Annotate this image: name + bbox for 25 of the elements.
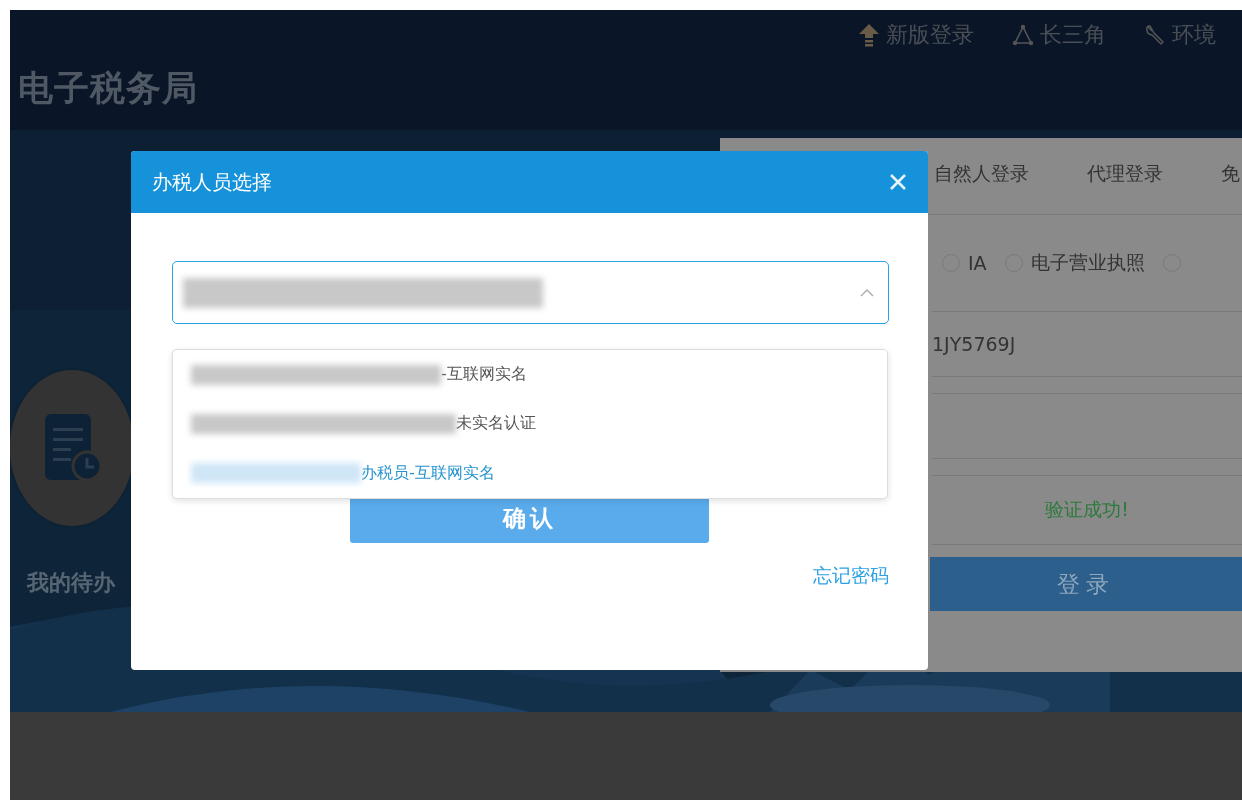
todo-label[interactable]: 我的待办 — [27, 568, 115, 598]
staff-option[interactable]: -互联网实名 — [173, 350, 887, 400]
option-label: 未实名认证 — [456, 413, 536, 435]
nav-link[interactable]: 环境 — [1144, 20, 1216, 50]
close-icon[interactable] — [888, 172, 908, 192]
triangle-icon — [1012, 24, 1034, 46]
upload-icon — [858, 23, 880, 47]
login-tab[interactable]: 自然人登录 — [934, 161, 1029, 191]
nav-link[interactable]: 长三角 — [1012, 20, 1106, 50]
verify-status: 验证成功! — [932, 475, 1242, 545]
site-logo: 电子税务局 — [18, 67, 198, 110]
staff-select[interactable] — [172, 261, 889, 324]
option-label: -互联网实名 — [441, 364, 527, 386]
staff-option[interactable]: 未实名认证 — [173, 399, 887, 449]
radio-label: 电子营业执照 — [1030, 250, 1145, 275]
option-label: 办税员-互联网实名 — [361, 462, 495, 484]
nav-link[interactable]: 新版登录 — [858, 20, 974, 50]
login-tab[interactable]: 免 — [1221, 161, 1240, 191]
forgot-password-link[interactable]: 忘记密码 — [813, 563, 889, 589]
wrench-icon — [1144, 24, 1166, 46]
login-button[interactable]: 登录 — [930, 557, 1242, 611]
radio-label: IA — [968, 252, 987, 274]
account-field[interactable]: 1JY5769J — [932, 311, 1242, 377]
login-tab[interactable]: 代理登录 — [1087, 161, 1163, 191]
dialog-title: 办税人员选择 — [152, 168, 272, 196]
